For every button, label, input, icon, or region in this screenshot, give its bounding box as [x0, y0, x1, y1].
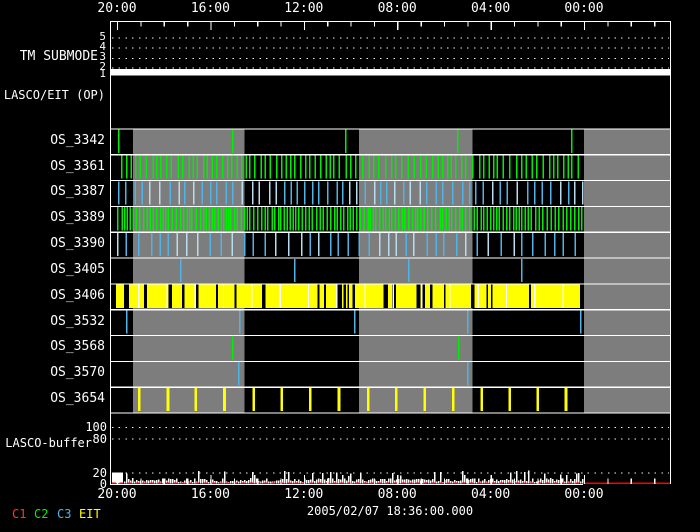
x-axis-bottom-label: 00:00: [562, 488, 606, 502]
op-row-label: LASCO/EIT (OP): [0, 89, 105, 102]
x-axis-top-label: 00:00: [562, 2, 606, 16]
row-label-OS_3406: OS_3406: [0, 289, 105, 303]
x-axis-top-label: 20:00: [95, 2, 139, 16]
tm-submode-scale-value: 1: [96, 68, 106, 80]
legend-item-c1: C1: [12, 508, 26, 521]
legend-item-c3: C3: [57, 508, 71, 521]
x-axis-bottom-label: 04:00: [469, 488, 513, 502]
x-axis-bottom-label: 12:00: [282, 488, 326, 502]
x-axis-bottom-label: 08:00: [375, 488, 419, 502]
row-label-OS_3387: OS_3387: [0, 185, 105, 199]
legend-item-c2: C2: [34, 508, 48, 521]
lasco-timeline-screen: 20:0020:0016:0016:0012:0012:0008:0008:00…: [0, 0, 700, 532]
row-label-OS_3568: OS_3568: [0, 340, 105, 354]
x-axis-top-label: 16:00: [188, 2, 232, 16]
x-axis-top-label: 12:00: [282, 2, 326, 16]
tm-submode-label: TM SUBMODE: [0, 50, 98, 64]
row-label-OS_3405: OS_3405: [0, 263, 105, 277]
timestamp-title: 2005/02/07 18:36:00.000: [250, 505, 530, 518]
row-label-OS_3361: OS_3361: [0, 160, 105, 174]
buffer-scale-value: 80: [60, 433, 107, 446]
row-label-OS_3570: OS_3570: [0, 366, 105, 380]
buffer-scale-value: 0: [60, 478, 107, 491]
x-axis-top-label: 04:00: [469, 2, 513, 16]
legend-item-eit: EIT: [79, 508, 101, 521]
x-axis-bottom-label: 16:00: [188, 488, 232, 502]
row-label-OS_3390: OS_3390: [0, 237, 105, 251]
row-label-OS_3654: OS_3654: [0, 392, 105, 406]
x-axis-top-label: 08:00: [375, 2, 419, 16]
row-label-OS_3532: OS_3532: [0, 315, 105, 329]
row-label-OS_3389: OS_3389: [0, 211, 105, 225]
row-label-OS_3342: OS_3342: [0, 134, 105, 148]
